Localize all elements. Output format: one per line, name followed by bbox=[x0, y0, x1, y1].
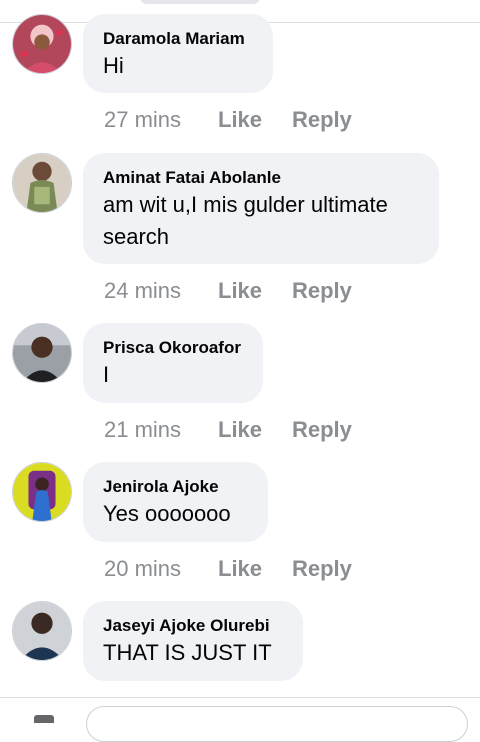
comment-time[interactable]: 27 mins bbox=[104, 106, 218, 134]
comment-author[interactable]: Aminat Fatai Abolanle bbox=[103, 167, 419, 189]
avatar[interactable] bbox=[12, 601, 72, 661]
reply-button[interactable]: Reply bbox=[292, 106, 352, 134]
camera-icon[interactable] bbox=[34, 715, 54, 723]
comment-input[interactable] bbox=[86, 706, 468, 742]
comment-author[interactable]: Daramola Mariam bbox=[103, 28, 253, 50]
comment-time[interactable]: 21 mins bbox=[104, 416, 218, 444]
comment-bubble: Jenirola Ajoke Yes ooooooo bbox=[83, 462, 268, 542]
comment-bubble: Jaseyi Ajoke Olurebi THAT IS JUST IT bbox=[83, 601, 303, 681]
comment-bubble: Aminat Fatai Abolanle am wit u,I mis gul… bbox=[83, 153, 439, 264]
like-button[interactable]: Like bbox=[218, 106, 292, 134]
reply-button[interactable]: Reply bbox=[292, 416, 352, 444]
comment-text: I bbox=[103, 362, 110, 387]
avatar[interactable] bbox=[12, 323, 72, 383]
comment-time[interactable]: 20 mins bbox=[104, 555, 218, 583]
reply-button[interactable]: Reply bbox=[292, 555, 352, 583]
avatar[interactable] bbox=[12, 153, 72, 213]
comment-time[interactable]: 24 mins bbox=[104, 277, 218, 305]
comment-text: Hi bbox=[103, 53, 124, 78]
comment-text: THAT IS JUST IT bbox=[103, 640, 272, 665]
comment-bubble: Daramola Mariam Hi bbox=[83, 14, 273, 93]
comment-author[interactable]: Jenirola Ajoke bbox=[103, 476, 248, 498]
comment-text: am wit u,I mis gulder ultimate search bbox=[103, 192, 388, 249]
avatar[interactable] bbox=[12, 14, 72, 74]
reply-button[interactable]: Reply bbox=[292, 277, 352, 305]
like-button[interactable]: Like bbox=[218, 416, 292, 444]
like-button[interactable]: Like bbox=[218, 277, 292, 305]
like-button[interactable]: Like bbox=[218, 555, 292, 583]
comment-author[interactable]: Prisca Okoroafor bbox=[103, 337, 243, 359]
comment-author[interactable]: Jaseyi Ajoke Olurebi bbox=[103, 615, 283, 637]
comment-text: Yes ooooooo bbox=[103, 501, 231, 526]
comment-bubble: Prisca Okoroafor I bbox=[83, 323, 263, 403]
comment-composer bbox=[0, 697, 480, 742]
avatar[interactable] bbox=[12, 462, 72, 522]
